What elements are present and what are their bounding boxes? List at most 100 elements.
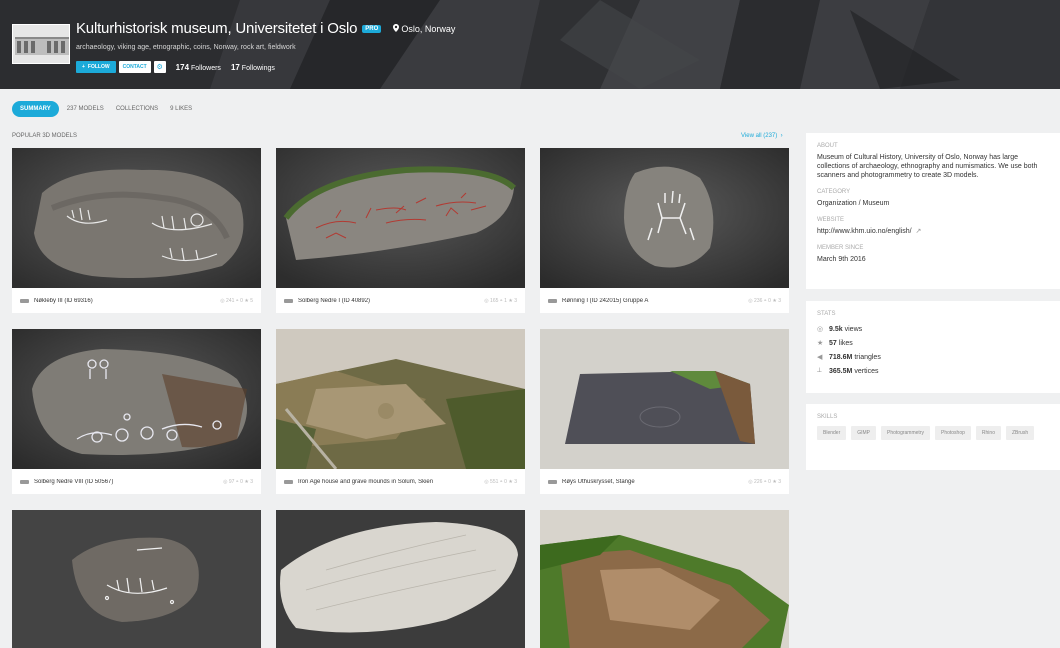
profile-tags: archaeology, viking age, etnographic, co… — [76, 44, 296, 51]
followers-label: Followers — [190, 64, 221, 72]
pro-badge: PRO — [362, 24, 382, 33]
views-count: 9.5k — [829, 325, 843, 333]
skill-tag[interactable]: Photoshop — [934, 426, 971, 440]
camera-icon — [548, 298, 557, 303]
camera-icon — [548, 479, 557, 484]
model-title[interactable]: Iron Age house and grave mounds in Solum… — [298, 479, 484, 485]
stat-vertices: ⟂ 365.5M vertices — [817, 367, 1049, 375]
skills-list: Blender GIMP Photogrammetry Photoshop Rh… — [817, 426, 1049, 440]
model-card[interactable]: Iron Age house and grave mounds in Solum… — [276, 329, 525, 494]
location: Oslo, Norway — [393, 23, 456, 34]
followings-label: Followings — [241, 64, 275, 72]
likes-label: likes — [838, 339, 853, 347]
skill-tag[interactable]: ZBrush — [1005, 426, 1035, 440]
model-card[interactable] — [12, 510, 261, 648]
stats-panel: STATS ◎ 9.5k views ★ 57 likes ◀ 718.6M t… — [806, 301, 1060, 393]
follow-button[interactable]: + FOLLOW — [76, 61, 116, 73]
view-all-label: View all (237) — [741, 133, 778, 139]
about-text: Museum of Cultural History, University o… — [817, 154, 1038, 179]
skill-tag[interactable]: GIMP — [851, 426, 877, 440]
profile-avatar[interactable] — [12, 24, 70, 64]
model-title[interactable]: Solberg Nedre VIII (ID 50567) — [34, 479, 223, 485]
model-thumbnail[interactable] — [540, 148, 789, 288]
view-all-link[interactable]: View all (237) › — [741, 133, 783, 139]
contact-button[interactable]: CONTACT — [118, 61, 151, 73]
eye-icon: ◎ — [817, 326, 824, 333]
skills-panel: SKILLS Blender GIMP Photogrammetry Photo… — [806, 404, 1060, 470]
camera-icon — [20, 298, 29, 303]
model-stats: ◎ 97 ◓ 0 ★ 3 — [223, 478, 253, 485]
tab-collections[interactable]: COLLECTIONS — [116, 106, 158, 112]
stat-triangles: ◀ 718.6M triangles — [817, 353, 1049, 362]
model-thumbnail[interactable] — [12, 510, 261, 648]
about-label: ABOUT — [817, 143, 838, 149]
chevron-right-icon: › — [778, 133, 783, 139]
member-since-value: March 9th 2016 — [817, 256, 866, 263]
skill-tag[interactable]: Rhino — [975, 426, 1001, 440]
category-label: CATEGORY — [817, 189, 851, 195]
location-pin-icon — [393, 23, 400, 34]
model-stats: ◎ 165 ◓ 1 ★ 3 — [484, 297, 517, 304]
stats-label: STATS — [817, 311, 836, 317]
vertices-count: 365.5M — [829, 367, 853, 375]
model-card[interactable]: Nøkleby III (ID 69316) ◎ 241 ◓ 0 ★ 5 — [12, 148, 261, 313]
model-card[interactable]: Solberg Nedre I (ID 40892) ◎ 165 ◓ 1 ★ 3 — [276, 148, 525, 313]
model-card[interactable] — [276, 510, 525, 648]
model-title[interactable]: Solberg Nedre I (ID 40892) — [298, 298, 484, 304]
model-stats: ◎ 241 ◓ 0 ★ 5 — [220, 297, 253, 304]
tab-summary[interactable]: SUMMARY — [12, 101, 59, 117]
followers-count: 174 — [175, 62, 190, 72]
plus-icon: + — [82, 64, 85, 70]
website-link[interactable]: http://www.khm.uio.no/english/ — [817, 228, 912, 235]
tab-models[interactable]: 237 MODELS — [67, 106, 104, 112]
skills-label: SKILLS — [817, 414, 838, 420]
stat-views: ◎ 9.5k views — [817, 325, 1049, 334]
star-icon: ★ — [817, 340, 824, 347]
model-thumbnail[interactable] — [12, 148, 261, 288]
follow-label: FOLLOW — [87, 64, 110, 70]
camera-icon — [284, 479, 293, 484]
tab-likes[interactable]: 9 LIKES — [170, 106, 192, 112]
settings-gear-icon[interactable]: ⚙ — [153, 61, 166, 73]
model-thumbnail[interactable] — [12, 329, 261, 469]
model-thumbnail[interactable] — [276, 329, 525, 469]
profile-tabs: SUMMARY 237 MODELS COLLECTIONS 9 LIKES — [12, 101, 204, 117]
model-title[interactable]: Nøkleby III (ID 69316) — [34, 298, 220, 304]
profile-header: Kulturhistorisk museum, Universitetet i … — [0, 0, 1060, 89]
followings-link[interactable]: 17 Followings — [231, 63, 275, 72]
website-label: WEBSITE — [817, 217, 845, 223]
model-thumbnail[interactable] — [540, 329, 789, 469]
model-thumbnail[interactable] — [540, 510, 789, 648]
triangles-label: triangles — [854, 353, 881, 361]
model-stats: ◎ 226 ◓ 0 ★ 3 — [748, 478, 781, 485]
model-thumbnail[interactable] — [276, 510, 525, 648]
section-title: POPULAR 3D MODELS — [12, 133, 78, 139]
skill-tag[interactable]: Blender — [817, 426, 847, 440]
model-card[interactable]: Solberg Nedre VIII (ID 50567) ◎ 97 ◓ 0 ★… — [12, 329, 261, 494]
model-title[interactable]: Rønning I (ID 242015) Gruppe A — [562, 298, 748, 304]
model-card[interactable] — [540, 510, 789, 648]
model-title[interactable]: Røys Uthuskrysset, Stange — [562, 479, 748, 485]
triangle-icon: ◀ — [817, 354, 823, 361]
about-panel: ABOUT Museum of Cultural History, Univer… — [806, 133, 1060, 289]
followings-count: 17 — [230, 62, 240, 72]
model-stats: ◎ 551 ◓ 0 ★ 3 — [484, 478, 517, 485]
external-link-icon: ↗ — [913, 228, 922, 235]
vertices-label: vertices — [854, 367, 879, 375]
model-card[interactable]: Røys Uthuskrysset, Stange ◎ 226 ◓ 0 ★ 3 — [540, 329, 789, 494]
camera-icon — [20, 479, 29, 484]
likes-count: 57 — [829, 339, 837, 347]
member-since-label: MEMBER SINCE — [817, 245, 864, 251]
profile-name: Kulturhistorisk museum, Universitetet i … — [76, 20, 358, 37]
location-text: Oslo, Norway — [401, 23, 456, 34]
model-stats: ◎ 236 ◓ 0 ★ 3 — [748, 297, 781, 304]
category-value: Organization / Museum — [817, 200, 890, 207]
model-card[interactable]: Rønning I (ID 242015) Gruppe A ◎ 236 ◓ 0… — [540, 148, 789, 313]
vertex-icon: ⟂ — [817, 367, 822, 374]
website-row: http://www.khm.uio.no/english/ ↗ — [817, 227, 1049, 236]
followers-link[interactable]: 174 Followers — [176, 63, 221, 72]
skill-tag[interactable]: Photogrammetry — [881, 426, 930, 440]
triangles-count: 718.6M — [829, 353, 853, 361]
views-label: views — [844, 325, 863, 333]
model-thumbnail[interactable] — [276, 148, 525, 288]
